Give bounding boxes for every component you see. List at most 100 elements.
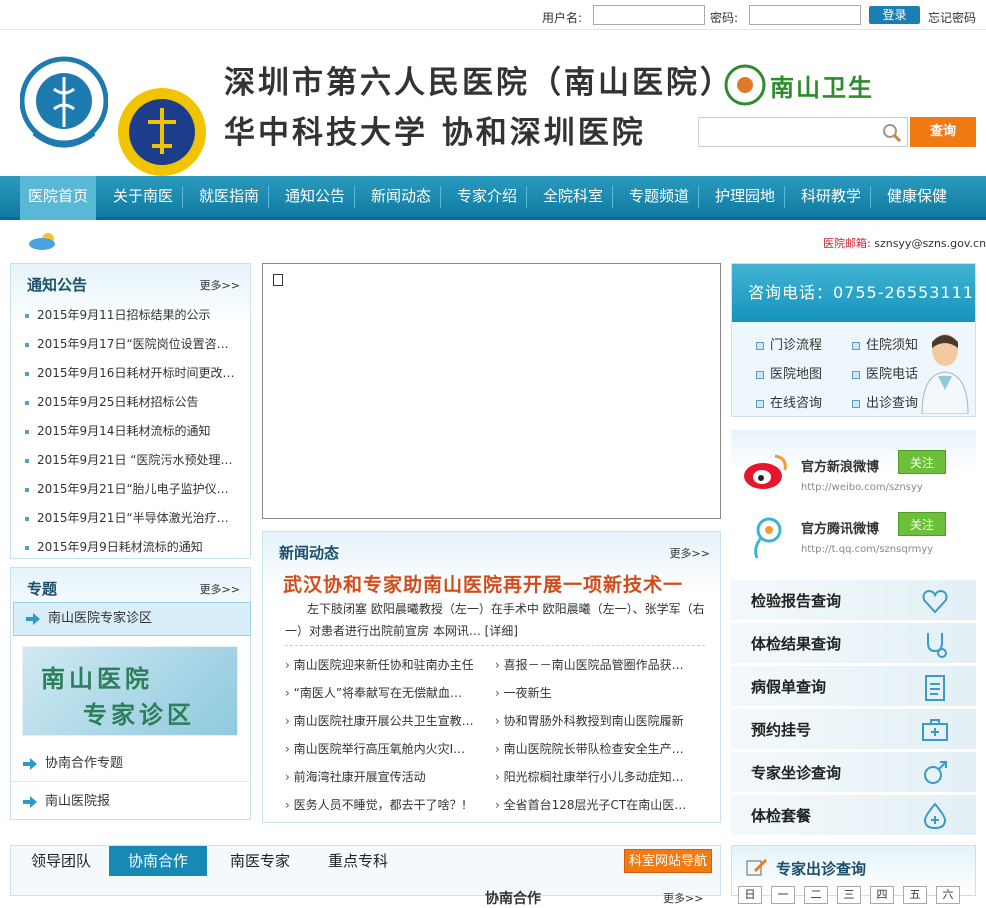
notice-item[interactable]: 2015年9月11日招标结果的公示	[25, 306, 245, 323]
query-lab-report[interactable]: 检验报告查询	[731, 580, 976, 622]
news-item[interactable]: 南山医院举行高压氧舱内火灾I…	[285, 740, 481, 757]
expert-schedule-title: 专家出诊查询	[776, 860, 867, 878]
notice-item[interactable]: 2015年9月17日“医院岗位设置咨…	[25, 335, 245, 352]
expert-zone-banner[interactable]: 南山医院 专家诊区	[22, 646, 238, 736]
query-checkup-package[interactable]: 体检套餐	[731, 795, 976, 837]
nav-item-health[interactable]: 健康保健	[878, 176, 956, 220]
notice-item[interactable]: 2015年9月21日“胎儿电子监护仪…	[25, 480, 245, 497]
nav-item-research[interactable]: 科研教学	[792, 176, 870, 220]
weibo-name[interactable]: 官方新浪微博	[801, 456, 879, 475]
query-expert-schedule[interactable]: 专家坐诊查询	[731, 752, 976, 794]
broken-image-icon	[273, 274, 283, 286]
query-appointment[interactable]: 预约挂号	[731, 709, 976, 751]
weekday-cell[interactable]: 六	[936, 886, 960, 904]
nav-item-nursing[interactable]: 护理园地	[706, 176, 784, 220]
nav-item-home[interactable]: 医院首页	[20, 176, 96, 220]
search-button[interactable]: 查询	[910, 117, 976, 147]
news-item[interactable]: 阳光棕榈社康举行小儿多动症知…	[495, 768, 691, 785]
news-item[interactable]: 南山医院迎来新任协和驻南办主任	[285, 656, 481, 673]
notice-panel: 通知公告 更多>> 2015年9月11日招标结果的公示 2015年9月17日“医…	[10, 263, 251, 559]
query-checkup-result[interactable]: 体检结果查询	[731, 623, 976, 665]
topic-expert-zone[interactable]: 南山医院专家诊区	[13, 602, 251, 636]
hospital-mailbox[interactable]: 医院邮箱: sznsyy@szns.gov.cn	[823, 235, 986, 251]
notice-item[interactable]: 2015年9月16日耗材开标时间更改…	[25, 364, 245, 381]
forgot-password-link[interactable]: 忘记密码	[928, 9, 976, 26]
news-item[interactable]: 前海湾社康开展宣传活动	[285, 768, 481, 785]
image-slider[interactable]	[262, 263, 721, 519]
tab-cooperation[interactable]: 协南合作	[109, 846, 207, 876]
nav-item-about[interactable]: 关于南医	[104, 176, 182, 220]
topic-label: 南山医院专家诊区	[48, 611, 153, 626]
news-item[interactable]: 医务人员不睡觉，都去干了啥？!	[285, 796, 481, 813]
notice-item[interactable]: 2015年9月25日耗材招标公告	[25, 393, 245, 410]
search-icon	[883, 124, 902, 143]
department-site-nav-button[interactable]: 科室网站导航	[624, 849, 712, 873]
follow-tencent-button[interactable]: 关注	[898, 512, 946, 536]
notice-item[interactable]: 2015年9月21日“半导体激光治疗…	[25, 509, 245, 526]
notice-item[interactable]: 2015年9月14日耗材流标的通知	[25, 422, 245, 439]
weibo-name[interactable]: 官方腾讯微博	[801, 518, 879, 537]
bottom-tabs: 领导团队 协南合作 南医专家 重点专科 科室网站导航 协南合作 更多>>	[10, 845, 721, 907]
notice-item[interactable]: 2015年9月21日 “医院污水预处理…	[25, 451, 245, 468]
password-input[interactable]	[749, 5, 861, 25]
query-label: 病假单查询	[751, 678, 827, 696]
nanshan-hospital-logo[interactable]	[20, 55, 108, 153]
weekday-cell[interactable]: 二	[804, 886, 828, 904]
news-item[interactable]: 一夜新生	[495, 684, 691, 701]
consult-link[interactable]: 在线咨询	[756, 392, 822, 411]
weibo-url[interactable]: http://t.qq.com/sznsqrmyy	[801, 544, 933, 555]
banner-line2: 专家诊区	[83, 700, 195, 729]
section-more-link[interactable]: 更多>>	[663, 890, 703, 906]
nav-item-news[interactable]: 新闻动态	[362, 176, 440, 220]
consult-link[interactable]: 医院电话	[852, 363, 918, 382]
weekday-cell[interactable]: 四	[870, 886, 894, 904]
nav-item-experts[interactable]: 专家介绍	[448, 176, 526, 220]
news-item[interactable]: 喜报－－南山医院品管圈作品获…	[495, 656, 691, 673]
weekday-cell[interactable]: 三	[837, 886, 861, 904]
tencent-weibo-icon[interactable]	[747, 516, 785, 560]
heart-report-icon	[922, 589, 948, 614]
tab-leadership[interactable]: 领导团队	[21, 846, 101, 876]
query-label: 体检结果查询	[751, 635, 842, 653]
nav-item-notice[interactable]: 通知公告	[276, 176, 354, 220]
consult-link[interactable]: 出诊查询	[852, 392, 918, 411]
nav-item-topics[interactable]: 专题频道	[620, 176, 698, 220]
username-input[interactable]	[593, 5, 705, 25]
topics-more-link[interactable]: 更多>>	[200, 581, 240, 597]
stethoscope-icon	[927, 633, 947, 658]
username-label: 用户名:	[542, 11, 583, 25]
notice-more-link[interactable]: 更多>>	[200, 277, 240, 293]
news-more-link[interactable]: 更多>>	[670, 545, 710, 561]
weibo-url[interactable]: http://weibo.com/sznsyy	[801, 482, 923, 493]
site-search-input[interactable]	[698, 117, 908, 147]
news-item[interactable]: 南山医院院长带队检查安全生产…	[495, 740, 691, 757]
tab-key-departments[interactable]: 重点专科	[313, 846, 403, 876]
tab-experts[interactable]: 南医专家	[215, 846, 305, 876]
follow-sina-button[interactable]: 关注	[898, 450, 946, 474]
nav-item-guide[interactable]: 就医指南	[190, 176, 268, 220]
query-sick-leave[interactable]: 病假单查询	[731, 666, 976, 708]
nanshan-health-text: 南山卫生	[770, 73, 874, 102]
notice-title: 通知公告	[27, 276, 88, 294]
sina-weibo-icon[interactable]	[743, 452, 789, 490]
topic-label: 协南合作专题	[45, 756, 124, 771]
topic-newspaper[interactable]: 南山医院报	[11, 786, 249, 820]
site-header: 深圳市第六人民医院（南山医院） 华中科技大学 协和深圳医院 南山卫生 查询	[0, 31, 986, 176]
notice-item[interactable]: 2015年9月9日耗材流标的通知	[25, 538, 245, 555]
consult-link[interactable]: 医院地图	[756, 363, 822, 382]
login-button[interactable]: 登录	[869, 6, 920, 24]
query-label: 预约挂号	[751, 721, 812, 739]
news-item[interactable]: “南医人”将奉献写在无偿献血…	[285, 684, 481, 701]
news-item[interactable]: 协和胃肠外科教授到南山医院履新	[495, 712, 691, 729]
wuhan-union-hospital-logo[interactable]	[116, 86, 210, 178]
weekday-cell[interactable]: 一	[771, 886, 795, 904]
news-item[interactable]: 南山医院社康开展公共卫生宣教…	[285, 712, 481, 729]
topic-cooperation[interactable]: 协南合作专题	[11, 748, 249, 782]
weekday-cell[interactable]: 日	[738, 886, 762, 904]
consult-link[interactable]: 住院须知	[852, 334, 918, 353]
weekday-cell[interactable]: 五	[903, 886, 927, 904]
news-item[interactable]: 全省首台128层光子CT在南山医…	[495, 796, 691, 813]
news-headline[interactable]: 武汉协和专家助南山医院再开展一项新技术一	[283, 570, 683, 597]
nav-item-departments[interactable]: 全院科室	[534, 176, 612, 220]
consult-link[interactable]: 门诊流程	[756, 334, 822, 353]
